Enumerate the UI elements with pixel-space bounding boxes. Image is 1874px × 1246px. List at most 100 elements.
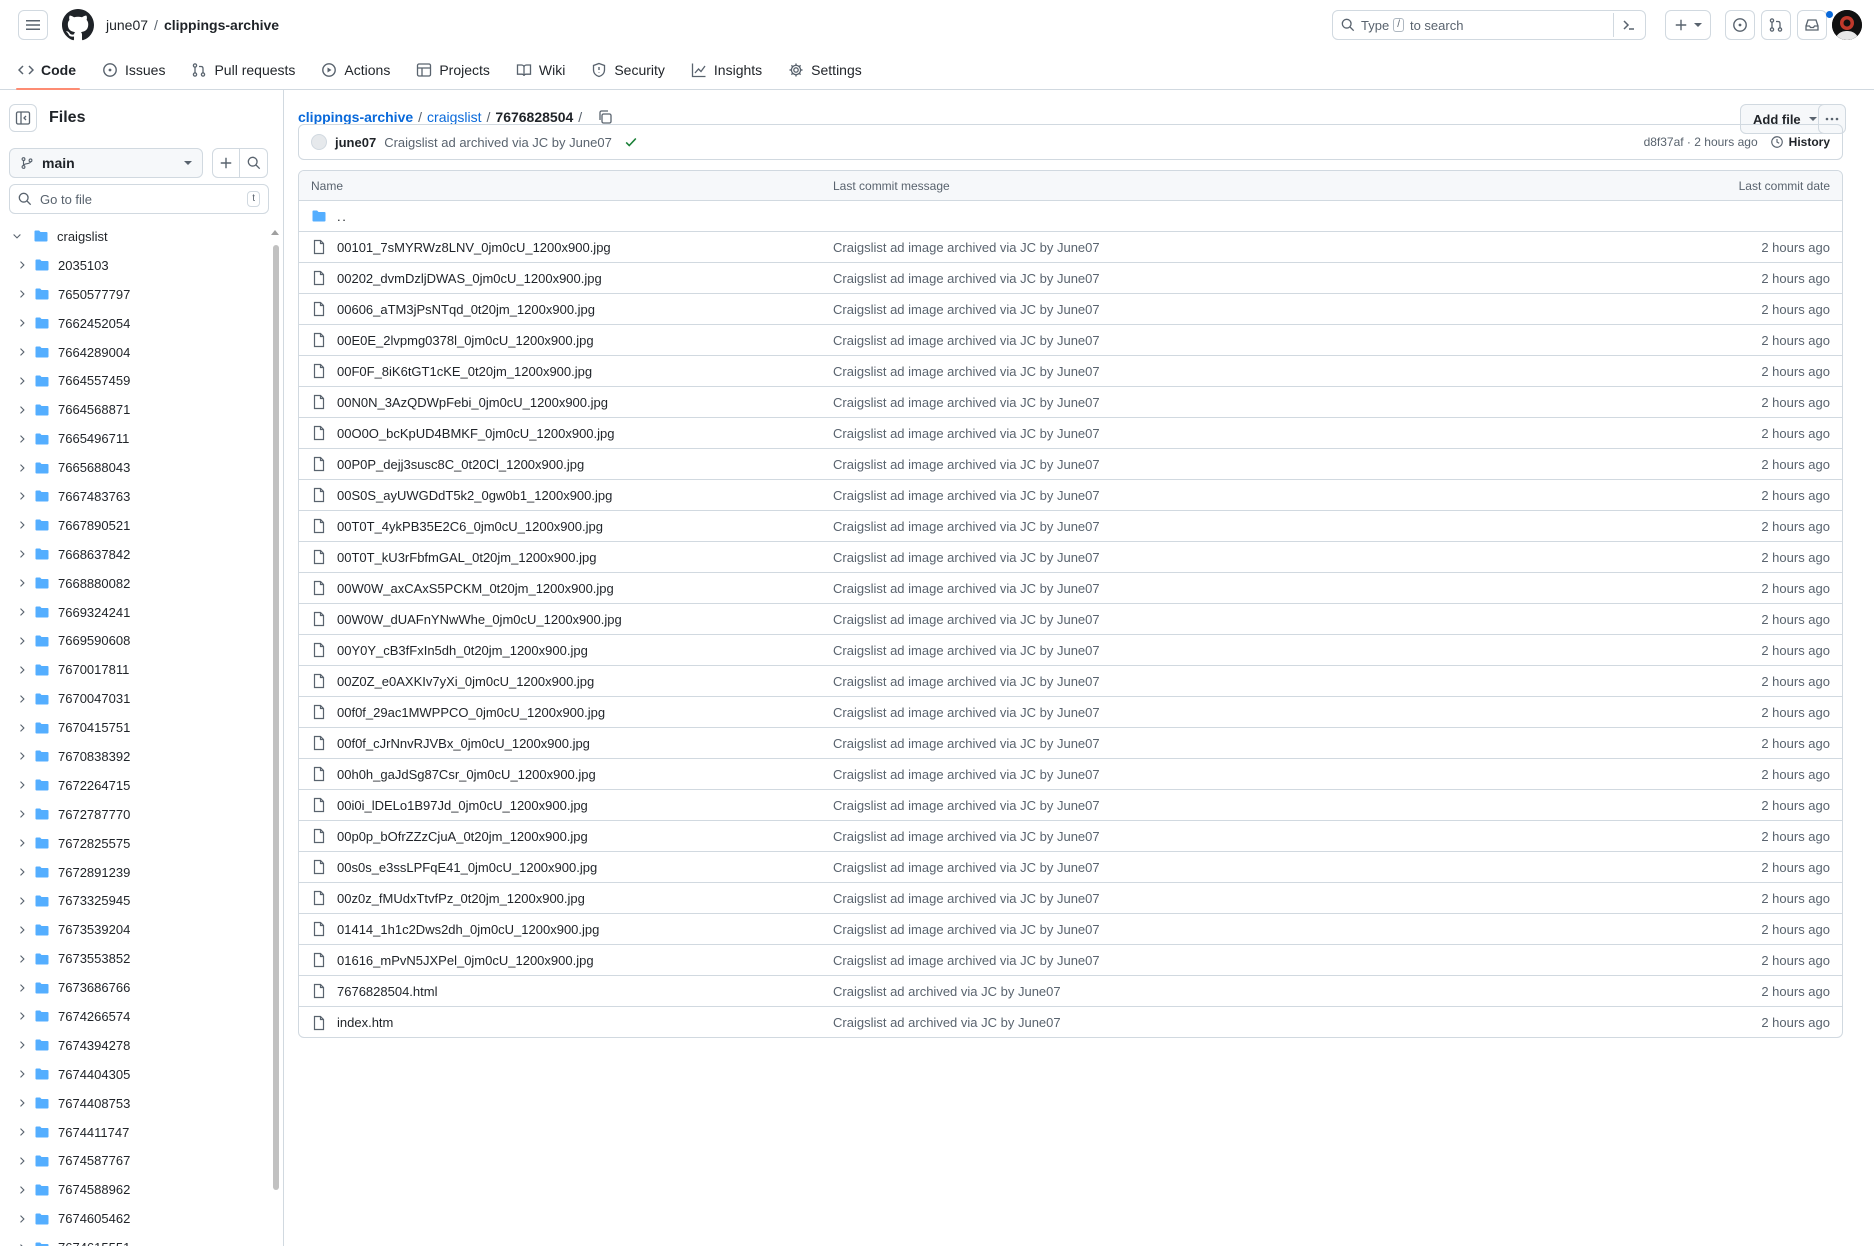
file-name-link[interactable]: 00S0S_ayUWGDdT5k2_0gw0b1_1200x900.jpg — [337, 488, 612, 503]
file-name-link[interactable]: 00101_7sMYRWz8LNV_0jm0cU_1200x900.jpg — [337, 240, 611, 255]
search-sidebar-button[interactable] — [240, 148, 268, 178]
file-name-link[interactable]: 00i0i_lDELo1B97Jd_0jm0cU_1200x900.jpg — [337, 798, 588, 813]
parent-directory-label[interactable]: . . — [337, 209, 346, 224]
tree-toggle[interactable] — [14, 664, 30, 676]
tree-folder-item[interactable]: 7670047031 — [0, 684, 268, 713]
tree-toggle[interactable] — [14, 1184, 30, 1196]
file-commit-message[interactable]: Craigslist ad image archived via JC by J… — [833, 705, 1533, 720]
tab-pull-requests[interactable]: Pull requests — [183, 50, 305, 90]
copy-path-button[interactable] — [597, 109, 613, 125]
tree-folder-item[interactable]: 7674605462 — [0, 1204, 268, 1233]
owner-link[interactable]: june07 — [106, 17, 148, 33]
tree-toggle[interactable] — [14, 577, 30, 589]
tree-toggle[interactable] — [14, 1068, 30, 1080]
tree-folder-item[interactable]: 7667483763 — [0, 482, 268, 511]
file-commit-message[interactable]: Craigslist ad image archived via JC by J… — [833, 860, 1533, 875]
file-row[interactable]: 00Y0Y_cB3fFxIn5dh_0t20jm_1200x900.jpg Cra… — [299, 635, 1842, 666]
file-name-link[interactable]: 00T0T_kU3rFbfmGAL_0t20jm_1200x900.jpg — [337, 550, 596, 565]
repo-link[interactable]: clippings-archive — [164, 17, 279, 33]
file-commit-message[interactable]: Craigslist ad image archived via JC by J… — [833, 395, 1533, 410]
file-row[interactable]: index.htm Craigslist ad archived via JC b… — [299, 1007, 1842, 1037]
tree-toggle[interactable] — [14, 750, 30, 762]
file-row[interactable]: 00z0z_fMUdxTtvfPz_0t20jm_1200x900.jpg Cra… — [299, 883, 1842, 914]
file-row[interactable]: 00T0T_kU3rFbfmGAL_0t20jm_1200x900.jpg Cra… — [299, 542, 1842, 573]
tree-toggle[interactable] — [14, 924, 30, 936]
file-name-link[interactable]: 00f0f_cJrNnvRJVBx_0jm0cU_1200x900.jpg — [337, 736, 590, 751]
issues-button[interactable] — [1725, 10, 1755, 40]
github-logo-icon[interactable] — [62, 9, 94, 41]
file-row[interactable]: 00h0h_gaJdSg87Csr_0jm0cU_1200x900.jpg Cra… — [299, 759, 1842, 790]
tree-folder-item[interactable]: 7668637842 — [0, 540, 268, 569]
file-row[interactable]: 00O0O_bcKpUD4BMKF_0jm0cU_1200x900.jpg Cra… — [299, 418, 1842, 449]
tree-folder-item[interactable]: 7669324241 — [0, 598, 268, 627]
file-row[interactable]: 00N0N_3AzQDWpFebi_0jm0cU_1200x900.jpg Cra… — [299, 387, 1842, 418]
tree-toggle[interactable] — [14, 808, 30, 820]
collapse-sidebar-button[interactable] — [9, 104, 37, 132]
tree-folder-item[interactable]: 7670838392 — [0, 742, 268, 771]
file-commit-message[interactable]: Craigslist ad image archived via JC by J… — [833, 240, 1533, 255]
file-commit-message[interactable]: Craigslist ad image archived via JC by J… — [833, 922, 1533, 937]
file-row[interactable]: 00f0f_29ac1MWPPCO_0jm0cU_1200x900.jpg Cra… — [299, 697, 1842, 728]
file-name-link[interactable]: 00606_aTM3jPsNTqd_0t20jm_1200x900.jpg — [337, 302, 595, 317]
file-row[interactable]: 00S0S_ayUWGDdT5k2_0gw0b1_1200x900.jpg Cra… — [299, 480, 1842, 511]
tree-folder-item[interactable]: 7670017811 — [0, 655, 268, 684]
file-row[interactable]: 00s0s_e3ssLPFqE41_0jm0cU_1200x900.jpg Cra… — [299, 852, 1842, 883]
file-name-link[interactable]: 00h0h_gaJdSg87Csr_0jm0cU_1200x900.jpg — [337, 767, 596, 782]
user-avatar[interactable] — [1832, 10, 1862, 40]
tree-toggle[interactable] — [14, 722, 30, 734]
tree-folder-item[interactable]: 7670415751 — [0, 713, 268, 742]
tree-folder-item[interactable]: 7674394278 — [0, 1031, 268, 1060]
tree-folder-item[interactable]: 7672825575 — [0, 829, 268, 858]
tree-toggle[interactable] — [14, 895, 30, 907]
file-row[interactable]: 00101_7sMYRWz8LNV_0jm0cU_1200x900.jpg Cra… — [299, 232, 1842, 263]
tree-toggle[interactable] — [14, 490, 30, 502]
tree-toggle[interactable] — [14, 837, 30, 849]
tree-toggle[interactable] — [14, 375, 30, 387]
file-row[interactable]: 00i0i_lDELo1B97Jd_0jm0cU_1200x900.jpg Cra… — [299, 790, 1842, 821]
tree-folder-item[interactable]: 7672891239 — [0, 858, 268, 887]
tree-toggle[interactable] — [14, 259, 30, 271]
tree-folder-item[interactable]: 7674588962 — [0, 1175, 268, 1204]
go-to-file-input[interactable]: Go to file t — [9, 184, 269, 214]
file-name-link[interactable]: 00Y0Y_cB3fFxIn5dh_0t20jm_1200x900.jpg — [337, 643, 588, 658]
path-root-link[interactable]: clippings-archive — [298, 109, 413, 125]
add-file-sidebar-button[interactable] — [212, 148, 240, 178]
file-name-link[interactable]: 00N0N_3AzQDWpFebi_0jm0cU_1200x900.jpg — [337, 395, 608, 410]
tree-toggle[interactable] — [14, 635, 30, 647]
file-commit-message[interactable]: Craigslist ad image archived via JC by J… — [833, 643, 1533, 658]
file-name-link[interactable]: 00O0O_bcKpUD4BMKF_0jm0cU_1200x900.jpg — [337, 426, 615, 441]
file-name-link[interactable]: 00s0s_e3ssLPFqE41_0jm0cU_1200x900.jpg — [337, 860, 597, 875]
tree-folder-item[interactable]: 7673539204 — [0, 915, 268, 944]
file-row[interactable]: 00p0p_bOfrZZzCjuA_0t20jm_1200x900.jpg Cra… — [299, 821, 1842, 852]
file-name-link[interactable]: 00p0p_bOfrZZzCjuA_0t20jm_1200x900.jpg — [337, 829, 588, 844]
tree-folder-item[interactable]: 7673325945 — [0, 886, 268, 915]
tree-folder-craigslist[interactable]: craigslist — [0, 222, 268, 251]
tree-folder-item[interactable]: 7662452054 — [0, 309, 268, 338]
tree-toggle[interactable] — [14, 1039, 30, 1051]
file-commit-message[interactable]: Craigslist ad image archived via JC by J… — [833, 271, 1533, 286]
tree-folder-item[interactable]: 7674411747 — [0, 1118, 268, 1147]
file-commit-message[interactable]: Craigslist ad image archived via JC by J… — [833, 891, 1533, 906]
file-row[interactable]: 00E0E_2lvpmg0378l_0jm0cU_1200x900.jpg Cra… — [299, 325, 1842, 356]
tree-folder-item[interactable]: 7674587767 — [0, 1147, 268, 1176]
tree-toggle[interactable] — [14, 548, 30, 560]
file-commit-message[interactable]: Craigslist ad image archived via JC by J… — [833, 581, 1533, 596]
tree-toggle[interactable] — [14, 1242, 30, 1246]
tree-toggle[interactable] — [14, 288, 30, 300]
tree-folder-item[interactable]: 7665688043 — [0, 453, 268, 482]
tree-toggle[interactable] — [14, 606, 30, 618]
tree-folder-item[interactable]: 7674404305 — [0, 1060, 268, 1089]
create-new-button[interactable] — [1665, 10, 1711, 40]
file-commit-message[interactable]: Craigslist ad image archived via JC by J… — [833, 829, 1533, 844]
file-commit-message[interactable]: Craigslist ad image archived via JC by J… — [833, 302, 1533, 317]
tree-toggle[interactable] — [14, 1213, 30, 1225]
tree-folder-item[interactable]: 7650577797 — [0, 280, 268, 309]
tree-folder-item[interactable]: 7674266574 — [0, 1002, 268, 1031]
tree-toggle[interactable] — [14, 1155, 30, 1167]
file-name-link[interactable]: 00f0f_29ac1MWPPCO_0jm0cU_1200x900.jpg — [337, 705, 605, 720]
file-name-link[interactable]: 01616_mPvN5JXPel_0jm0cU_1200x900.jpg — [337, 953, 594, 968]
file-commit-message[interactable]: Craigslist ad image archived via JC by J… — [833, 798, 1533, 813]
file-row[interactable]: 00P0P_dejj3susc8C_0t20Cl_1200x900.jpg Cra… — [299, 449, 1842, 480]
tab-wiki[interactable]: Wiki — [508, 50, 575, 90]
tree-toggle[interactable] — [9, 230, 25, 242]
